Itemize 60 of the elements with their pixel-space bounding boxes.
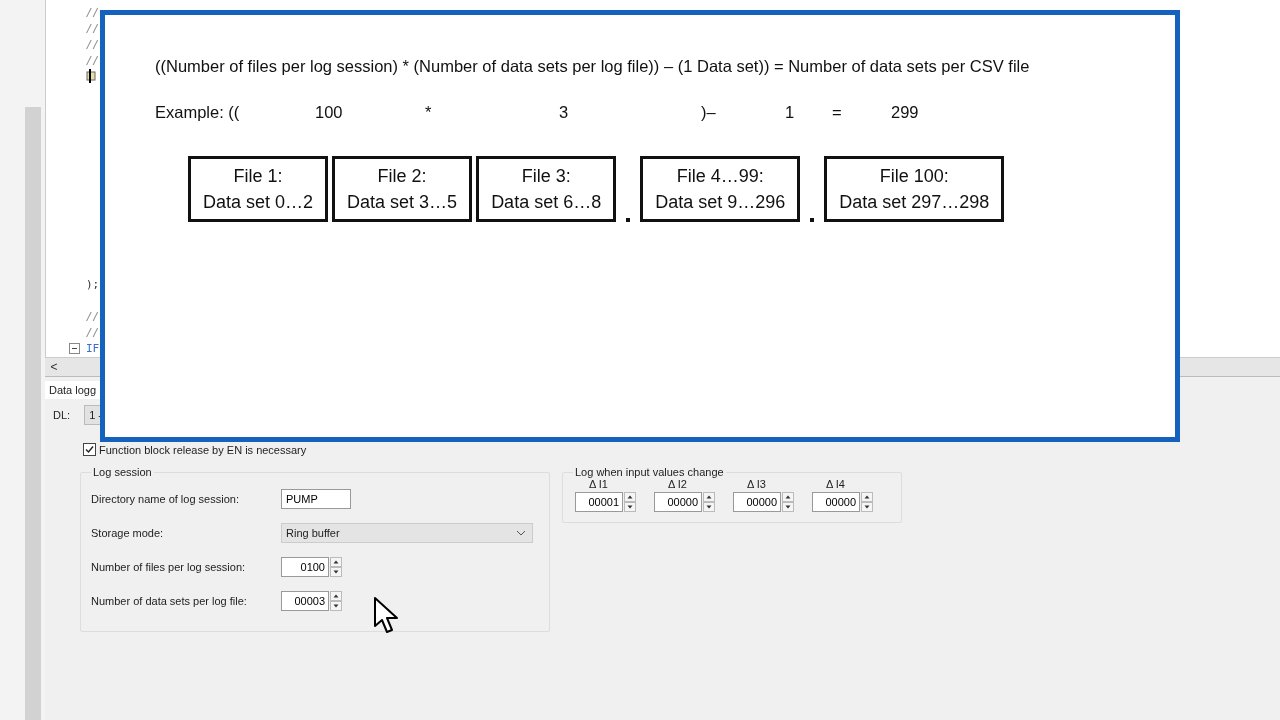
file-title: File 4…99: — [676, 165, 764, 188]
data-set-range: Data set 3…5 — [347, 191, 458, 214]
data-set-range: Data set 0…2 — [203, 191, 314, 214]
directory-field[interactable]: PUMP — [281, 489, 351, 509]
file-title: File 100: — [879, 165, 949, 188]
spinner-arrows-icon[interactable] — [330, 557, 342, 577]
number-field[interactable]: 00000 — [654, 492, 702, 512]
field-label: Directory name of log session: — [91, 493, 240, 505]
data-set-range: Data set 9…296 — [655, 191, 786, 214]
example-term: )– — [701, 103, 717, 122]
spinner-arrows-icon[interactable] — [782, 492, 794, 512]
field-label: Storage mode: — [91, 527, 165, 539]
example-term: = — [832, 103, 843, 122]
spinner-arrows-icon[interactable] — [861, 492, 873, 512]
example-term: 1 — [785, 103, 796, 122]
example-term: Example: (( — [155, 103, 241, 122]
code-comment: // — [86, 21, 100, 35]
spinner-arrows-icon[interactable] — [624, 492, 636, 512]
example-term: 100 — [315, 103, 344, 122]
code-line: ); — [86, 277, 100, 291]
caret-icon — [516, 530, 526, 536]
field-label: Number of data sets per log file: — [91, 595, 248, 607]
input-label: Δ I3 — [746, 478, 767, 490]
checkbox-label: Function block release by EN is necessary — [99, 443, 307, 456]
mouse-cursor-icon — [373, 596, 401, 636]
field-label: Number of files per log session: — [91, 561, 247, 573]
spinner-arrows-icon[interactable] — [703, 492, 715, 512]
input-label: Δ I2 — [667, 478, 688, 490]
dl-label: DL: — [53, 409, 71, 421]
group-title: Log when input values change — [574, 466, 725, 478]
number-field[interactable]: 00000 — [812, 492, 860, 512]
data-set-range: Data set 297…298 — [839, 191, 990, 214]
input-label: Δ I1 — [588, 478, 609, 490]
breakpoint-icon — [86, 69, 96, 83]
spinner-arrows-icon[interactable] — [330, 591, 342, 611]
input-label: Δ I4 — [825, 478, 846, 490]
panel-tab[interactable]: Data logg — [45, 381, 101, 399]
number-field[interactable]: 00000 — [733, 492, 781, 512]
vertical-scrollbar[interactable] — [25, 107, 41, 720]
file-title: File 2: — [377, 165, 427, 188]
formula-text: ((Number of files per log session) * (Number of data sets per log file)) – (1 Data set)) = Number of data sets per CSV file — [155, 57, 1031, 76]
code-comment: // — [86, 5, 100, 19]
number-field[interactable]: 00001 — [575, 492, 623, 512]
code-keyword: IF — [86, 341, 100, 355]
code-comment: // — [86, 53, 100, 67]
release-checkbox[interactable] — [83, 443, 96, 456]
example-term: 3 — [559, 103, 570, 122]
group-title: Log session — [92, 466, 153, 478]
example-term: * — [425, 103, 433, 122]
code-comment: // — [86, 37, 100, 51]
example-term: 299 — [891, 103, 920, 122]
file-title: File 3: — [521, 165, 571, 188]
storage-mode-dropdown[interactable]: Ring buffer — [281, 523, 533, 543]
file-title: File 1: — [233, 165, 283, 188]
collapse-icon[interactable] — [69, 342, 80, 354]
code-comment: // — [86, 309, 100, 323]
data-set-range: Data set 6…8 — [491, 191, 602, 214]
code-comment: // — [86, 325, 100, 339]
number-field[interactable]: 0100 — [281, 557, 329, 577]
number-field[interactable]: 00003 — [281, 591, 329, 611]
